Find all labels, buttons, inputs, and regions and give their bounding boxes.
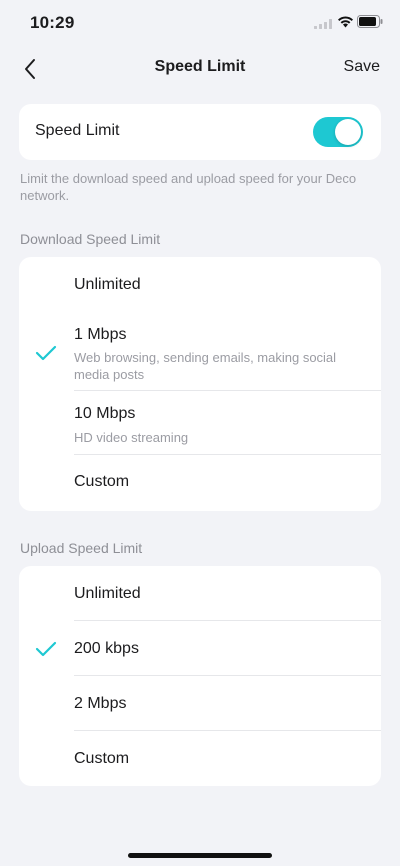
download-option-1mbps[interactable]: 1 Mbps Web browsing, sending emails, mak…	[19, 311, 381, 391]
option-label: Unlimited	[74, 585, 141, 602]
download-option-custom[interactable]: Custom	[19, 455, 381, 511]
download-options-card: Unlimited 1 Mbps Web browsing, sending e…	[19, 257, 381, 511]
option-label: 2 Mbps	[74, 695, 127, 712]
upload-section-title: Upload Speed Limit	[20, 540, 143, 556]
option-label: Unlimited	[74, 276, 141, 293]
option-label: 200 kbps	[74, 640, 139, 657]
option-label: 10 Mbps	[74, 405, 136, 422]
upload-options-card: Unlimited 200 kbps 2 Mbps Custom	[19, 566, 381, 786]
upload-option-custom[interactable]: Custom	[19, 731, 381, 786]
home-indicator	[128, 853, 272, 858]
speed-limit-label: Speed Limit	[35, 122, 120, 139]
speed-limit-card: Speed Limit	[19, 104, 381, 160]
battery-icon	[357, 15, 383, 28]
upload-option-200kbps[interactable]: 200 kbps	[19, 621, 381, 676]
download-option-unlimited[interactable]: Unlimited	[19, 257, 381, 311]
status-bar: 10:29	[0, 0, 400, 46]
toggle-knob	[335, 119, 361, 145]
upload-option-2mbps[interactable]: 2 Mbps	[19, 676, 381, 731]
download-option-10mbps[interactable]: 10 Mbps HD video streaming	[19, 391, 381, 455]
checkmark-icon	[35, 641, 57, 657]
nav-bar: Speed Limit Save	[0, 46, 400, 90]
option-label: 1 Mbps	[74, 326, 127, 343]
speed-limit-toggle[interactable]	[313, 117, 363, 147]
option-description: Web browsing, sending emails, making soc…	[74, 350, 337, 382]
wifi-icon	[338, 16, 353, 28]
page-title: Speed Limit	[154, 58, 246, 75]
speed-limit-description: Limit the download speed and upload spee…	[20, 171, 357, 203]
option-label: Custom	[74, 473, 130, 490]
upload-option-unlimited[interactable]: Unlimited	[19, 566, 381, 621]
status-time: 10:29	[30, 13, 75, 32]
option-label: Custom	[74, 750, 130, 767]
checkmark-icon	[35, 345, 57, 361]
save-button[interactable]: Save	[344, 58, 380, 76]
option-description: HD video streaming	[74, 430, 189, 445]
cellular-signal-icon	[314, 19, 332, 29]
download-section-title: Download Speed Limit	[20, 231, 161, 247]
